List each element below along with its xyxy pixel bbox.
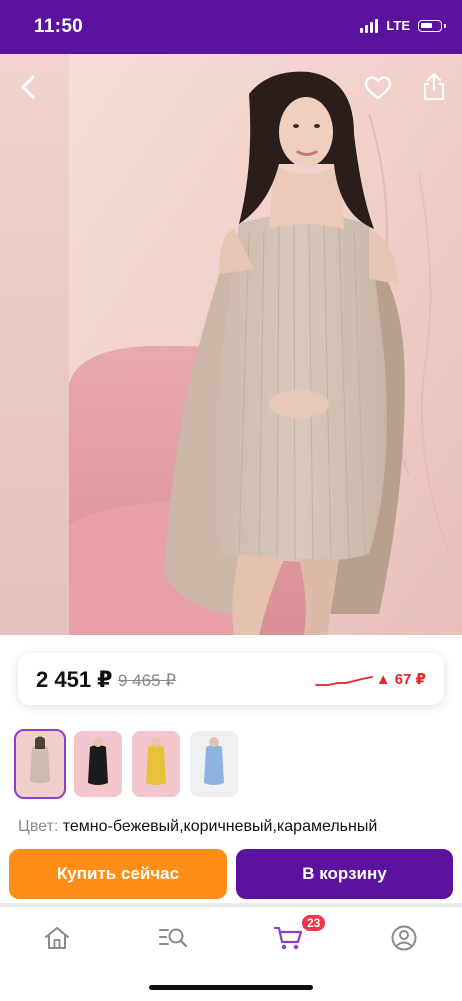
home-icon <box>45 927 69 949</box>
tab-profile[interactable] <box>386 921 422 955</box>
chevron-left-icon <box>21 75 35 99</box>
tab-catalog[interactable] <box>155 921 191 955</box>
cart-count-badge: 23 <box>300 913 328 933</box>
profile-icon <box>391 925 417 951</box>
status-time: 11:50 <box>34 16 84 37</box>
previous-photo[interactable] <box>0 54 69 635</box>
catalog-search-icon <box>159 928 188 948</box>
price-card[interactable]: 2 451 ₽ 9 465 ₽ ▲ 67 ₽ <box>18 653 444 705</box>
share-icon <box>423 72 445 101</box>
variant-thumb-yellow[interactable] <box>132 731 180 797</box>
favorite-button[interactable] <box>362 72 394 104</box>
home-indicator <box>149 985 313 990</box>
product-photo[interactable] <box>69 54 462 635</box>
color-variants <box>14 729 238 799</box>
price-trend-icon <box>315 676 373 686</box>
signal-icon <box>360 18 379 33</box>
status-bar: 11:50 LTE <box>0 0 462 54</box>
variant-thumb-black[interactable] <box>74 731 122 797</box>
status-indicators: LTE <box>360 18 446 33</box>
old-price: 9 465 ₽ <box>118 671 177 690</box>
cart-icon <box>273 926 303 950</box>
heart-icon <box>364 76 392 100</box>
tab-home[interactable] <box>39 921 75 955</box>
current-price: 2 451 ₽ <box>36 667 113 692</box>
variant-thumb-blue[interactable] <box>190 731 238 797</box>
add-to-cart-button[interactable]: В корзину <box>236 849 453 899</box>
color-value: темно-бежевый,коричневый,карамельный <box>62 818 378 835</box>
share-button[interactable] <box>418 70 450 104</box>
color-label: Цвет: <box>18 818 59 835</box>
variant-thumb-beige[interactable] <box>14 729 66 799</box>
color-info: Цвет: темно-бежевый,коричневый,карамельн… <box>18 818 377 836</box>
back-button[interactable] <box>14 72 44 102</box>
product-gallery[interactable] <box>0 54 462 635</box>
network-type: LTE <box>386 18 410 33</box>
price-change: ▲ 67 ₽ <box>375 671 426 688</box>
battery-icon <box>418 19 446 32</box>
buy-now-button[interactable]: Купить сейчас <box>9 849 227 899</box>
